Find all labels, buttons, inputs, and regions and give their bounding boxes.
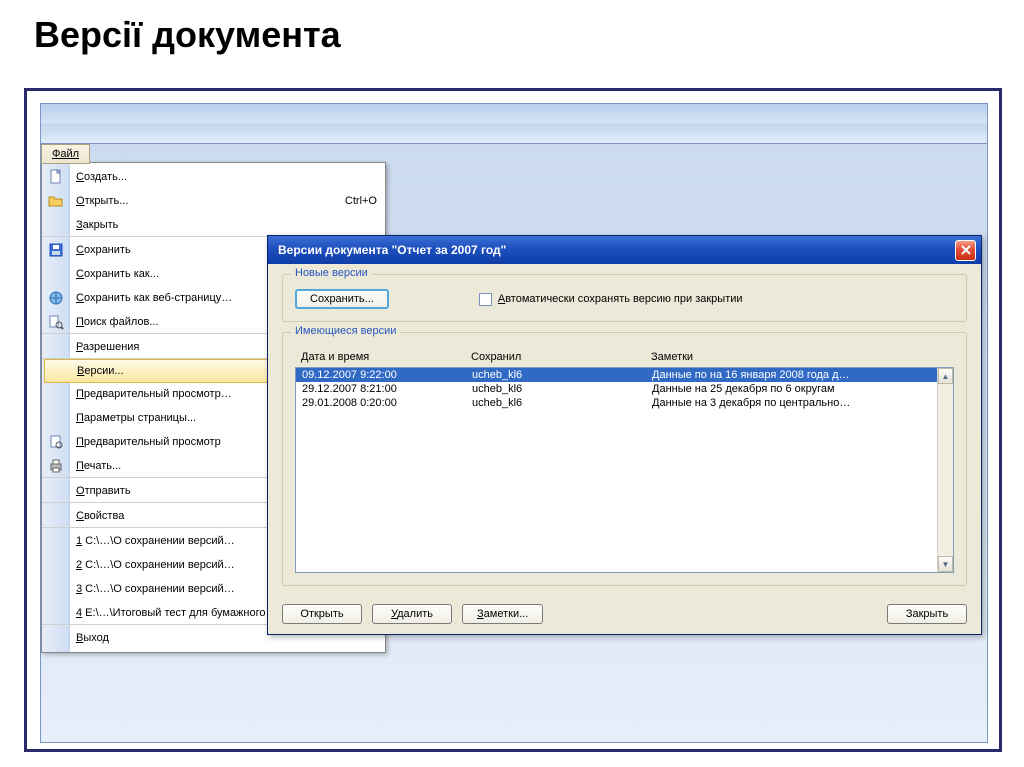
close-button[interactable]: Закрыть: [887, 604, 967, 624]
dialog-button-row: Открыть Удалить Заметки... Закрыть: [282, 596, 967, 624]
autosave-checkbox[interactable]: Автоматически сохранять версию при закры…: [479, 293, 743, 306]
existing-versions-group: Имеющиеся версии Дата и время Сохранил З…: [282, 332, 967, 586]
cell-notes: Данные на 3 декабря по центрально…: [652, 397, 947, 409]
new-doc-icon: [47, 168, 65, 186]
scrollbar[interactable]: ▲ ▼: [937, 368, 953, 572]
save-icon: [47, 241, 65, 259]
menu-item-label: Выход: [76, 632, 109, 644]
app-window: Файл Создать... Открыть... Ctrl+O Закрыть Со…: [40, 103, 988, 743]
versions-header: Дата и время Сохранил Заметки: [295, 347, 954, 367]
menu-item-label: Печать...: [76, 460, 121, 472]
cell-user: ucheb_kl6: [472, 369, 652, 381]
version-row[interactable]: 09.12.2007 9:22:00ucheb_kl6Данные по на …: [296, 368, 953, 382]
existing-versions-legend: Имеющиеся версии: [291, 325, 400, 337]
col-notes: Заметки: [651, 351, 948, 363]
checkbox-icon: [479, 293, 492, 306]
open-folder-icon: [47, 192, 65, 210]
open-button[interactable]: Открыть: [282, 604, 362, 624]
cell-notes: Данные по на 16 января 2008 года д…: [652, 369, 947, 381]
menu-item-label: Закрыть: [76, 219, 118, 231]
dialog-body: Новые версии Сохранить... Автоматически …: [268, 264, 981, 634]
page-title: Версії документа: [0, 0, 1024, 62]
menu-item-0[interactable]: Создать...: [42, 165, 385, 189]
menu-item-2[interactable]: Закрыть: [42, 213, 385, 237]
cell-notes: Данные на 25 декабря по 6 округам: [652, 383, 947, 395]
cell-user: ucheb_kl6: [472, 397, 652, 409]
scroll-down-icon[interactable]: ▼: [938, 556, 953, 572]
file-menu-tab-label: Файл: [52, 148, 79, 160]
cell-datetime: 29.12.2007 8:21:00: [302, 383, 472, 395]
search-file-icon: [47, 313, 65, 331]
menu-item-label: 2 C:\…\О сохранении версий…: [76, 559, 235, 571]
cell-datetime: 29.01.2008 0:20:00: [302, 397, 472, 409]
file-menu-tab[interactable]: Файл: [41, 144, 90, 164]
menu-item-label: 3 C:\…\О сохранении версий…: [76, 583, 235, 595]
autosave-label: Автоматически сохранять версию при закры…: [498, 293, 743, 305]
menu-item-label: Предварительный просмотр: [76, 436, 221, 448]
menu-item-label: 4 E:\…\Итоговый тест для бумажного те…: [76, 607, 291, 619]
cell-datetime: 09.12.2007 9:22:00: [302, 369, 472, 381]
delete-button[interactable]: Удалить: [372, 604, 452, 624]
menu-item-label: Поиск файлов...: [76, 316, 159, 328]
print-icon: [47, 457, 65, 475]
new-versions-legend: Новые версии: [291, 267, 372, 279]
menu-item-label: Предварительный просмотр…: [76, 388, 232, 400]
new-versions-group: Новые версии Сохранить... Автоматически …: [282, 274, 967, 322]
slide-frame: Файл Создать... Открыть... Ctrl+O Закрыть Со…: [24, 88, 1002, 752]
versions-dialog: Версии документа "Отчет за 2007 год" Нов…: [267, 235, 982, 635]
menu-item-1[interactable]: Открыть... Ctrl+O: [42, 189, 385, 213]
col-datetime: Дата и время: [301, 351, 471, 363]
close-icon[interactable]: [955, 240, 976, 261]
menu-item-label: Версии...: [77, 365, 124, 377]
menu-item-label: 1 C:\…\О сохранении версий…: [76, 535, 235, 547]
notes-button[interactable]: Заметки...: [462, 604, 543, 624]
menu-item-label: Свойства: [76, 510, 124, 522]
col-user: Сохранил: [471, 351, 651, 363]
menu-item-label: Открыть...: [76, 195, 128, 207]
dialog-titlebar[interactable]: Версии документа "Отчет за 2007 год": [268, 236, 981, 264]
save-version-button[interactable]: Сохранить...: [295, 289, 389, 309]
menu-item-label: Сохранить: [76, 244, 131, 256]
menu-item-label: Сохранить как веб-страницу…: [76, 292, 232, 304]
app-toolbar: [41, 104, 987, 144]
print-preview-icon: [47, 433, 65, 451]
scroll-up-icon[interactable]: ▲: [938, 368, 953, 384]
version-row[interactable]: 29.12.2007 8:21:00ucheb_kl6Данные на 25 …: [296, 382, 953, 396]
menu-item-label: Отправить: [76, 485, 131, 497]
cell-user: ucheb_kl6: [472, 383, 652, 395]
menu-item-shortcut: Ctrl+O: [345, 195, 377, 207]
dialog-title: Версии документа "Отчет за 2007 год": [278, 243, 955, 257]
save-web-icon: [47, 289, 65, 307]
menu-item-label: Создать...: [76, 171, 127, 183]
menu-item-label: Параметры страницы...: [76, 412, 196, 424]
versions-list[interactable]: 09.12.2007 9:22:00ucheb_kl6Данные по на …: [295, 367, 954, 573]
version-row[interactable]: 29.01.2008 0:20:00ucheb_kl6Данные на 3 д…: [296, 396, 953, 410]
menu-item-label: Сохранить как...: [76, 268, 159, 280]
menu-item-label: Разрешения: [76, 341, 139, 353]
